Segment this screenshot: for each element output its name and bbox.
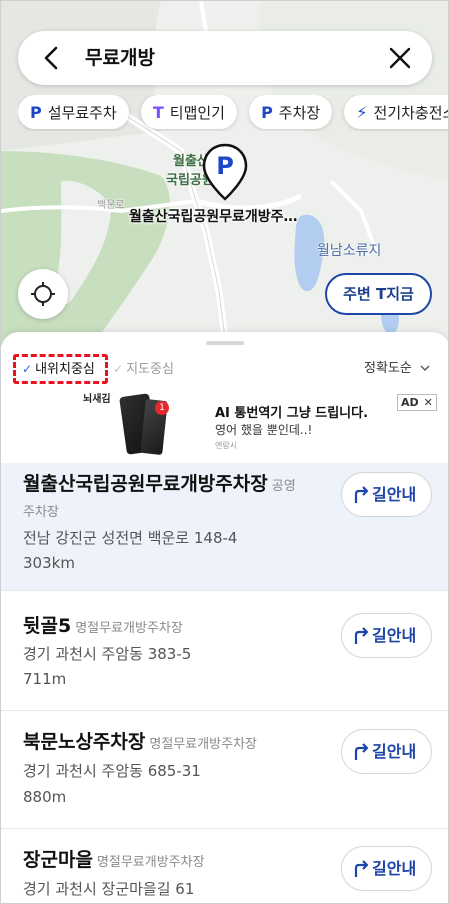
chip-label: 전기차충전소 — [373, 103, 449, 122]
road-label: 백운로 — [97, 200, 125, 211]
my-location-button[interactable] — [18, 269, 68, 319]
ad-tag[interactable]: AD ✕ — [397, 394, 437, 411]
notification-badge: 1 — [155, 401, 169, 415]
result-category: 명절무료개방주차장 — [75, 621, 183, 636]
navigate-label: 길안내 — [372, 742, 417, 761]
map-view[interactable]: 월출산 국립공원 백운로 월남소류지 P 월출산국립공원무료개방주… 무료개방 … — [1, 1, 449, 346]
result-title: 북문노상주차장 — [23, 731, 146, 753]
close-icon[interactable]: ✕ — [424, 396, 433, 409]
result-name: 장군마을 명절무료개방주차장 — [23, 847, 205, 876]
chip-ev-charging[interactable]: ⚡ 전기차충전소 — [344, 95, 449, 129]
result-distance: 711m — [23, 670, 67, 688]
sort-order-label: 정확도순 — [364, 361, 412, 376]
navigate-button[interactable]: 길안내 — [341, 729, 432, 774]
crosshair-icon — [31, 282, 55, 306]
chip-tmap-popular[interactable]: T 티맵인기 — [140, 95, 237, 129]
check-icon: ✓ — [22, 362, 33, 376]
lightning-icon: ⚡ — [356, 102, 368, 122]
result-address: 경기 과천시 장군마을길 61 — [23, 880, 195, 898]
navigate-label: 길안내 — [372, 626, 417, 645]
results-sheet: ✓ 내위치중심 ✓ 지도중심 정확도순 뇌새김 1 AI 통번역기 그냥 드립니다.… — [1, 332, 448, 903]
app-frame: 월출산 국립공원 백운로 월남소류지 P 월출산국립공원무료개방주… 무료개방 … — [0, 0, 449, 904]
check-icon: ✓ — [113, 362, 124, 376]
result-distance: 303km — [23, 554, 75, 572]
turn-right-arrow-icon — [354, 860, 369, 877]
chevron-down-icon — [420, 365, 430, 371]
chip-label: 설무료주차 — [47, 103, 117, 122]
result-distance: 880m — [23, 788, 67, 806]
navigate-button[interactable]: 길안내 — [341, 613, 432, 658]
navigate-label: 길안내 — [372, 485, 417, 504]
chip-label: 주차장 — [278, 103, 321, 122]
ad-banner[interactable]: 뇌새김 1 AI 통번역기 그냥 드립니다. 영어 했을 뿐인데..! 엔랑시 … — [1, 390, 448, 463]
navigate-label: 길안내 — [372, 859, 417, 878]
nearby-t-now-button[interactable]: 주변 T지금 — [325, 273, 432, 315]
result-address: 전남 강진군 성전면 백운로 148-4 — [23, 529, 238, 547]
back-arrow-icon[interactable] — [38, 44, 66, 72]
ad-subtext: 영어 했을 뿐인데..! — [215, 423, 313, 437]
turn-right-arrow-icon — [354, 627, 369, 644]
ad-sponsor: 엔랑시 — [215, 441, 238, 450]
turn-right-arrow-icon — [354, 486, 369, 503]
option-label: 지도중심 — [126, 362, 174, 377]
result-name: 뒷골5 명절무료개방주차장 — [23, 613, 183, 642]
result-name: 월출산국립공원무료개방주차장 공영 — [23, 471, 296, 500]
chip-parking-lot[interactable]: P 주차장 — [249, 95, 333, 129]
navigate-button[interactable]: 길안내 — [341, 472, 432, 517]
result-item[interactable]: 뒷골5 명절무료개방주차장 경기 과천시 주암동 383-5 711m 길안내 — [1, 591, 448, 711]
result-category: 공영 — [271, 479, 296, 494]
pin-label[interactable]: 월출산국립공원무료개방주… — [129, 206, 298, 226]
result-title: 뒷골5 — [23, 615, 72, 637]
result-address: 경기 과천시 주암동 383-5 — [23, 645, 192, 663]
ad-headline: AI 통번역기 그냥 드립니다. — [215, 406, 369, 421]
result-title: 장군마을 — [23, 849, 93, 871]
result-category-continued: 주차장 — [23, 505, 59, 520]
search-query[interactable]: 무료개방 — [85, 45, 155, 71]
sort-order-dropdown[interactable]: 정확도순 — [364, 358, 430, 380]
sort-row: ✓ 내위치중심 ✓ 지도중심 정확도순 — [1, 352, 448, 386]
filter-chips: P 설무료주차 T 티맵인기 P 주차장 ⚡ 전기차충전소 — [18, 95, 449, 131]
tmap-icon: T — [152, 102, 164, 122]
result-name: 북문노상주차장 명절무료개방주차장 — [23, 729, 257, 758]
result-category: 명절무료개방주차장 — [149, 737, 258, 752]
pin-letter: P — [216, 152, 234, 180]
result-item[interactable]: 북문노상주차장 명절무료개방주차장 경기 과천시 주암동 685-31 880m … — [1, 711, 448, 829]
result-title: 월출산국립공원무료개방주차장 — [23, 473, 268, 495]
my-location-center-option[interactable]: ✓ 내위치중심 — [13, 354, 108, 384]
result-address: 경기 과천시 주암동 685-31 — [23, 762, 201, 780]
option-label: 내위치중심 — [35, 362, 95, 377]
navigate-button[interactable]: 길안내 — [341, 846, 432, 891]
parking-icon: P — [30, 102, 42, 122]
water-label: 월남소류지 — [317, 243, 382, 259]
result-item[interactable]: 장군마을 명절무료개방주차장 경기 과천시 장군마을길 61 길안내 — [1, 829, 448, 903]
parking-pin-icon[interactable]: P — [202, 143, 248, 201]
search-bar[interactable]: 무료개방 — [18, 31, 432, 85]
chip-free-parking[interactable]: P 설무료주차 — [18, 95, 129, 129]
chip-label: 티맵인기 — [169, 103, 225, 122]
sheet-drag-handle[interactable] — [206, 341, 244, 345]
turn-right-arrow-icon — [354, 743, 369, 760]
ad-brand: 뇌새김 — [83, 394, 111, 405]
close-icon[interactable] — [386, 44, 414, 72]
result-category: 명절무료개방주차장 — [96, 855, 205, 870]
ad-label: AD — [401, 396, 419, 409]
parking-icon: P — [261, 102, 273, 122]
map-center-option[interactable]: ✓ 지도중심 — [113, 358, 174, 381]
result-item[interactable]: 월출산국립공원무료개방주차장 공영 주차장 전남 강진군 성전면 백운로 148-… — [1, 463, 448, 591]
